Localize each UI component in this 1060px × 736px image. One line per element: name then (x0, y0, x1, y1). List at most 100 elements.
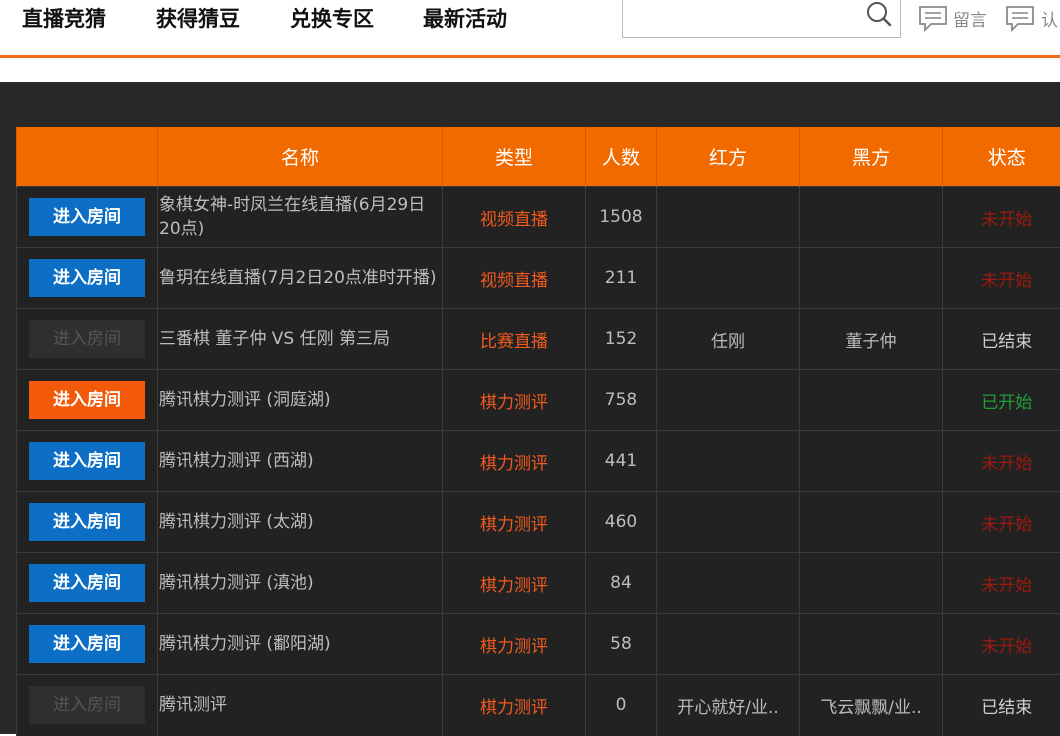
black-player (800, 248, 943, 309)
second-top-button[interactable]: 认 (1003, 0, 1058, 36)
action-cell: 进入房间 (17, 553, 158, 614)
black-player (800, 553, 943, 614)
room-type: 棋力测评 (443, 553, 586, 614)
room-status: 已结束 (943, 675, 1060, 736)
room-name: 腾讯棋力测评 (洞庭湖) (158, 370, 443, 431)
red-player (657, 553, 800, 614)
room-status: 未开始 (943, 248, 1060, 309)
room-name: 象棋女神-时凤兰在线直播(6月29日20点) (158, 187, 443, 248)
enter-room-button[interactable]: 进入房间 (29, 198, 145, 236)
red-player: 开心就好/业.. (657, 675, 800, 736)
black-player: 飞云飘飘/业.. (800, 675, 943, 736)
red-player (657, 248, 800, 309)
enter-room-button[interactable]: 进入房间 (29, 503, 145, 541)
red-player (657, 614, 800, 675)
room-table: 名称 类型 人数 红方 黑方 状态 进入房间象棋女神-时凤兰在线直播(6月29日… (16, 127, 1060, 736)
nav-latest-events[interactable]: 最新活动 (423, 0, 507, 38)
room-name: 腾讯棋力测评 (滇池) (158, 553, 443, 614)
header-name: 名称 (158, 127, 443, 187)
table-row: 进入房间腾讯棋力测评 (太湖)棋力测评460 未开始 (17, 492, 1060, 553)
room-name: 鲁玥在线直播(7月2日20点准时开播) (158, 248, 443, 309)
enter-room-button[interactable]: 进入房间 (29, 564, 145, 602)
action-cell: 进入房间 (17, 431, 158, 492)
room-name: 腾讯棋力测评 (太湖) (158, 492, 443, 553)
enter-room-button[interactable]: 进入房间 (29, 625, 145, 663)
black-player (800, 187, 943, 248)
table-row: 进入房间鲁玥在线直播(7月2日20点准时开播)视频直播211 未开始 (17, 248, 1060, 309)
room-type: 棋力测评 (443, 431, 586, 492)
chat-icon (1003, 3, 1037, 33)
nav-live-guess[interactable]: 直播竞猜 (22, 0, 106, 38)
red-player (657, 492, 800, 553)
action-cell: 进入房间 (17, 492, 158, 553)
search-input[interactable] (627, 1, 867, 33)
viewer-count: 441 (586, 431, 657, 492)
room-name: 腾讯棋力测评 (西湖) (158, 431, 443, 492)
room-status: 未开始 (943, 614, 1060, 675)
nav-get-beans[interactable]: 获得猜豆 (156, 0, 240, 38)
nav-exchange[interactable]: 兑换专区 (290, 0, 374, 38)
viewer-count: 460 (586, 492, 657, 553)
room-type: 棋力测评 (443, 492, 586, 553)
search-icon[interactable] (864, 0, 894, 29)
second-top-label: 认 (1041, 6, 1058, 31)
room-status: 未开始 (943, 492, 1060, 553)
room-status: 未开始 (943, 187, 1060, 248)
room-name: 腾讯棋力测评 (鄱阳湖) (158, 614, 443, 675)
viewer-count: 0 (586, 675, 657, 736)
header-red: 红方 (657, 127, 800, 187)
header-action (17, 127, 158, 187)
red-player (657, 370, 800, 431)
table-row: 进入房间三番棋 董子仲 VS 任刚 第三局比赛直播152任刚董子仲已结束 (17, 309, 1060, 370)
viewer-count: 1508 (586, 187, 657, 248)
room-status: 未开始 (943, 553, 1060, 614)
enter-room-button: 进入房间 (29, 320, 145, 358)
header-divider (0, 55, 1060, 58)
top-navigation: 直播竞猜 获得猜豆 兑换专区 最新活动 留言 认 (0, 0, 1060, 56)
action-cell: 进入房间 (17, 614, 158, 675)
message-label: 留言 (953, 6, 987, 31)
black-player: 董子仲 (800, 309, 943, 370)
enter-room-button[interactable]: 进入房间 (29, 381, 145, 419)
room-status: 已开始 (943, 370, 1060, 431)
header-status: 状态 (943, 127, 1060, 187)
header-black: 黑方 (800, 127, 943, 187)
room-type: 棋力测评 (443, 675, 586, 736)
enter-room-button[interactable]: 进入房间 (29, 259, 145, 297)
black-player (800, 370, 943, 431)
room-type: 棋力测评 (443, 370, 586, 431)
viewer-count: 211 (586, 248, 657, 309)
action-cell: 进入房间 (17, 309, 158, 370)
enter-room-button: 进入房间 (29, 686, 145, 724)
room-type: 视频直播 (443, 187, 586, 248)
room-type: 视频直播 (443, 248, 586, 309)
viewer-count: 84 (586, 553, 657, 614)
room-status: 已结束 (943, 309, 1060, 370)
viewer-count: 152 (586, 309, 657, 370)
black-player (800, 614, 943, 675)
message-button[interactable]: 留言 (917, 0, 987, 36)
action-cell: 进入房间 (17, 187, 158, 248)
room-type: 棋力测评 (443, 614, 586, 675)
header-count: 人数 (586, 127, 657, 187)
header-type: 类型 (443, 127, 586, 187)
table-row: 进入房间腾讯棋力测评 (滇池)棋力测评84 未开始 (17, 553, 1060, 614)
black-player (800, 492, 943, 553)
table-row: 进入房间象棋女神-时凤兰在线直播(6月29日20点)视频直播1508 未开始 (17, 187, 1060, 248)
action-cell: 进入房间 (17, 370, 158, 431)
room-type: 比赛直播 (443, 309, 586, 370)
viewer-count: 758 (586, 370, 657, 431)
action-cell: 进入房间 (17, 675, 158, 736)
enter-room-button[interactable]: 进入房间 (29, 442, 145, 480)
red-player (657, 431, 800, 492)
chat-icon (917, 3, 949, 33)
table-row: 进入房间腾讯棋力测评 (西湖)棋力测评441 未开始 (17, 431, 1060, 492)
room-status: 未开始 (943, 431, 1060, 492)
table-row: 进入房间腾讯棋力测评 (鄱阳湖)棋力测评58 未开始 (17, 614, 1060, 675)
search-box (622, 0, 901, 38)
room-name: 三番棋 董子仲 VS 任刚 第三局 (158, 309, 443, 370)
red-player: 任刚 (657, 309, 800, 370)
table-row: 进入房间腾讯测评棋力测评0开心就好/业..飞云飘飘/业..已结束 (17, 675, 1060, 736)
room-name: 腾讯测评 (158, 675, 443, 736)
viewer-count: 58 (586, 614, 657, 675)
